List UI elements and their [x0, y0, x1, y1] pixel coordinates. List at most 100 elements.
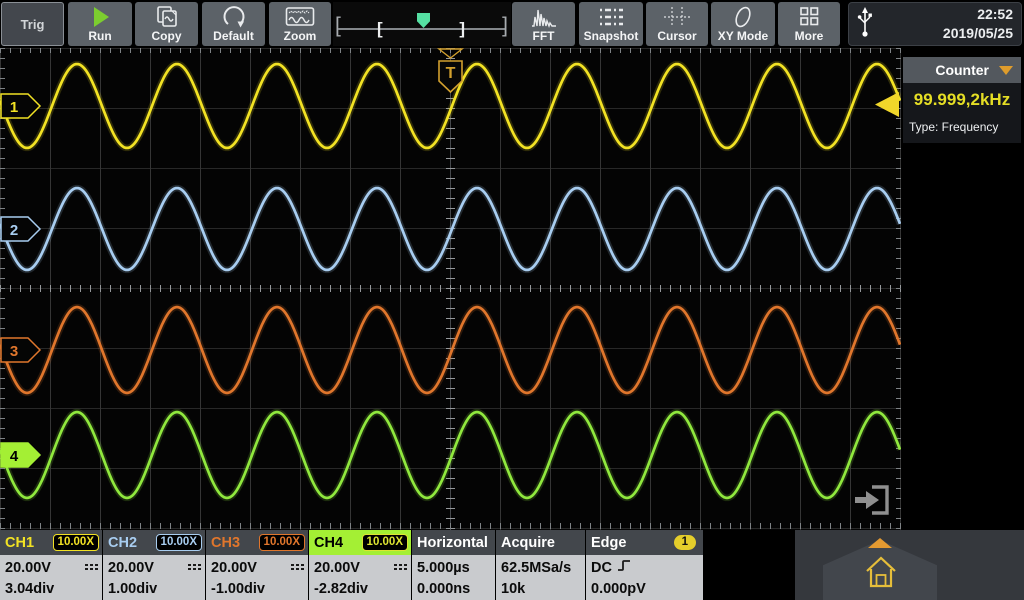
hpos-window-right-bracket: ]: [459, 18, 465, 40]
channel-1-offset: 3.04div: [5, 581, 54, 597]
horizontal-timebase: 5.000µs: [417, 560, 470, 576]
channel-3-offset: -1.00div: [211, 581, 265, 597]
right-sidebar: Counter 99.999,2kHz Type: Frequency: [901, 48, 1024, 530]
svg-text:2: 2: [10, 222, 18, 239]
xy-mode-label: XY Mode: [718, 30, 768, 43]
zoom-label: Zoom: [284, 30, 317, 43]
channel-3-header: CH3 10.00X: [206, 530, 308, 555]
snapshot-label: Snapshot: [584, 30, 639, 43]
dc-coupling-icon: [188, 560, 201, 576]
fft-spectrum-icon: [530, 5, 558, 30]
channel-3-probe-badge: 10.00X: [259, 534, 305, 551]
svg-text:1: 1: [10, 99, 18, 116]
dc-coupling-icon: [85, 560, 98, 576]
cursor-label: Cursor: [657, 30, 696, 43]
zoom-button[interactable]: Zoom: [269, 2, 331, 46]
channel-1-values: 20.00V 3.04div: [0, 555, 102, 600]
counter-header[interactable]: Counter: [903, 57, 1021, 83]
channel-1-cell[interactable]: CH1 10.00X 20.00V 3.04div: [0, 530, 102, 600]
more-label: More: [795, 30, 824, 43]
edge-title: Edge: [591, 535, 626, 551]
counter-value: 99.999,2kHz: [907, 90, 1017, 110]
channel-1-position-tag[interactable]: 1: [0, 93, 42, 119]
channel-4-header: CH4 10.00X: [309, 530, 411, 555]
snapshot-button[interactable]: Snapshot: [579, 2, 643, 46]
xy-mode-button[interactable]: XY Mode: [711, 2, 775, 46]
trig-label: Trig: [21, 18, 45, 31]
channel-4-position-tag[interactable]: 4: [0, 442, 42, 468]
horizontal-position-indicator[interactable]: [ [ ] ]: [333, 2, 511, 46]
run-icon: [88, 5, 112, 30]
svg-text:3: 3: [10, 343, 18, 360]
trigger-position-marker[interactable]: T: [431, 48, 469, 94]
copy-label: Copy: [152, 30, 182, 43]
default-label: Default: [213, 30, 254, 43]
horizontal-cell[interactable]: Horizontal 5.000µs 0.000ns: [412, 530, 495, 600]
collapse-up-icon[interactable]: [868, 538, 892, 548]
acquire-values: 62.5MSa/s 10k: [496, 555, 585, 600]
hpos-outer-left-bracket: [: [335, 15, 341, 37]
run-button[interactable]: Run: [68, 2, 132, 46]
edge-source-badge: 1: [674, 535, 696, 550]
waveform-display[interactable]: 1 2 3 4 T: [0, 48, 901, 530]
horizontal-header: Horizontal: [412, 530, 495, 555]
hpos-window-left-bracket: [: [377, 18, 383, 40]
cursor-button[interactable]: Cursor: [646, 2, 708, 46]
zoom-wave-icon: [285, 5, 315, 30]
hpos-trigger-marker[interactable]: [417, 13, 430, 28]
copy-icon: [154, 5, 180, 30]
channel-4-cell[interactable]: CH4 10.00X 20.00V -2.82div: [309, 530, 411, 600]
channel-3-position-tag[interactable]: 3: [0, 337, 42, 363]
run-label: Run: [88, 30, 111, 43]
acquire-record-length: 10k: [501, 581, 525, 597]
channel-2-probe-badge: 10.00X: [156, 534, 202, 551]
chevron-down-icon: [999, 66, 1013, 75]
acquire-title: Acquire: [501, 535, 555, 551]
acquire-sample-rate: 62.5MSa/s: [501, 560, 571, 576]
clock: 22:52 2019/05/25: [873, 5, 1013, 43]
more-button[interactable]: More: [778, 2, 840, 46]
counter-type: Type: Frequency: [907, 120, 1017, 134]
channel-2-values: 20.00V 1.00div: [103, 555, 205, 600]
fft-button[interactable]: FFT: [512, 2, 575, 46]
more-grid-icon: [797, 5, 821, 30]
oscilloscope-screen: Trig Run Copy: [0, 0, 1024, 600]
top-toolbar: Trig Run Copy: [0, 0, 1024, 48]
counter-body: 99.999,2kHz Type: Frequency: [903, 83, 1021, 143]
trigger-level-arrow[interactable]: [873, 91, 900, 118]
trig-button[interactable]: Trig: [1, 2, 64, 46]
usb-icon: [857, 5, 873, 44]
acquire-cell[interactable]: Acquire 62.5MSa/s 10k: [496, 530, 585, 600]
home-icon[interactable]: [863, 554, 899, 590]
channel-4-offset: -2.82div: [314, 581, 368, 597]
waveform-traces: [0, 48, 901, 530]
clock-block: 22:52 2019/05/25: [848, 2, 1022, 46]
channel-1-probe-badge: 10.00X: [53, 534, 99, 551]
counter-panel: Counter 99.999,2kHz Type: Frequency: [903, 57, 1021, 143]
edge-coupling: DC: [591, 560, 612, 576]
default-reset-icon: [221, 5, 247, 30]
horizontal-values: 5.000µs 0.000ns: [412, 555, 495, 600]
channel-2-offset: 1.00div: [108, 581, 157, 597]
default-button[interactable]: Default: [202, 2, 265, 46]
svg-text:4: 4: [10, 448, 19, 465]
fft-label: FFT: [533, 30, 555, 43]
clock-date: 2019/05/25: [873, 24, 1013, 43]
edge-trigger-cell[interactable]: Edge 1 DC 0.000pV: [586, 530, 703, 600]
channel-1-scale: 20.00V: [5, 560, 51, 576]
channel-3-cell[interactable]: CH3 10.00X 20.00V -1.00div: [206, 530, 308, 600]
edge-header: Edge 1: [586, 530, 703, 555]
rising-edge-icon: [617, 558, 632, 577]
channel-2-position-tag[interactable]: 2: [0, 216, 42, 242]
channel-1-header: CH1 10.00X: [0, 530, 102, 555]
copy-button[interactable]: Copy: [135, 2, 198, 46]
edge-level: 0.000pV: [591, 581, 646, 597]
channel-2-cell[interactable]: CH2 10.00X 20.00V 1.00div: [103, 530, 205, 600]
snapshot-list-icon: [597, 5, 625, 30]
channel-3-values: 20.00V -1.00div: [206, 555, 308, 600]
channel-4-scale: 20.00V: [314, 560, 360, 576]
channel-4-values: 20.00V -2.82div: [309, 555, 411, 600]
svg-text:T: T: [446, 65, 456, 82]
expand-panel-icon[interactable]: [851, 483, 895, 517]
channel-2-header: CH2 10.00X: [103, 530, 205, 555]
